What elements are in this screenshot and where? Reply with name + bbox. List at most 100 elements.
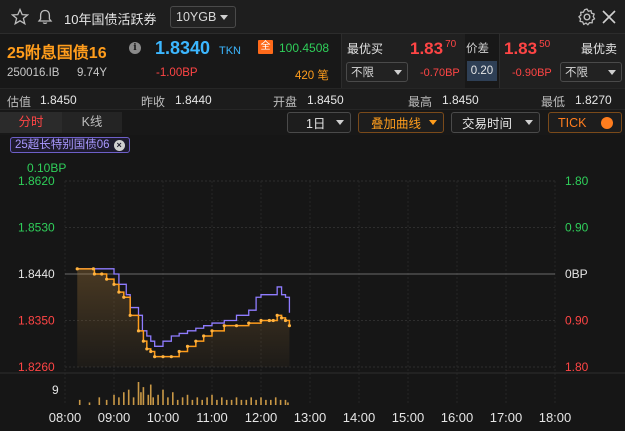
stat-value-high: 1.8450 (442, 93, 479, 107)
volume-bar (260, 397, 262, 405)
best-ask-change: -0.90BP (512, 67, 552, 79)
x-tick-label: 14:00 (343, 410, 376, 425)
y-left-tick-label: 1.8440 (18, 267, 55, 281)
overlay-curve-dropdown[interactable]: 叠加曲线 (358, 112, 444, 133)
price-source: TKN (219, 45, 241, 57)
volume-bar (206, 397, 208, 405)
gear-icon[interactable] (577, 7, 597, 27)
x-tick-label: 11:00 (196, 410, 228, 425)
volume-bar (196, 397, 199, 405)
volume-bar (181, 397, 184, 405)
volume-max-label: 9 (52, 383, 59, 397)
chevron-down-icon (429, 120, 437, 125)
series-point (91, 267, 96, 271)
x-tick-label: 16:00 (441, 410, 474, 425)
trading-time-dropdown[interactable]: 交易时间 (451, 112, 540, 133)
volume-bar (113, 394, 115, 405)
series-point (267, 318, 271, 323)
x-tick-label: 08:00 (49, 410, 82, 425)
x-tick-label: 12:00 (245, 410, 278, 425)
info-icon[interactable]: i (129, 42, 141, 54)
best-ask-panel: 1.83 50 最优卖 -0.90BP 不限 (499, 34, 625, 88)
best-ask-filter-value: 不限 (565, 67, 588, 79)
tab-kline[interactable]: K线 (62, 112, 122, 133)
stat-label-prev-close: 昨收 (141, 95, 166, 109)
volume-bar (105, 399, 108, 405)
volume-bar (137, 382, 140, 405)
y-left-tick-label: 1.8350 (18, 314, 55, 328)
series-point (141, 339, 145, 343)
volume-bar (216, 399, 218, 405)
y-right-tick-label: 0.90 (565, 314, 589, 328)
volume-bar (140, 392, 142, 405)
volume-bar (284, 399, 287, 405)
volume-bar (201, 399, 203, 405)
best-bid-price: 1.83 70 (410, 39, 456, 59)
price-change: -1.00BP (156, 67, 198, 79)
series-point (185, 344, 190, 348)
y-right-tick-label: 0.90 (565, 221, 589, 235)
series-point (149, 349, 153, 354)
series-point (287, 324, 292, 328)
trading-time-label: 交易时间 (462, 117, 513, 131)
star-icon[interactable] (11, 8, 29, 26)
series-point (100, 272, 104, 276)
volume-bar (123, 392, 125, 405)
period-dropdown[interactable]: 1日 (287, 112, 351, 133)
best-bid-filter[interactable]: 不限 (346, 62, 408, 82)
overlay-curve-label: 叠加曲线 (371, 117, 422, 131)
series-point (271, 318, 275, 323)
instrument-selector[interactable]: 10YGB (170, 6, 236, 28)
best-ask-price-main: 1.83 (504, 39, 538, 58)
x-tick-label: 09:00 (98, 410, 131, 425)
stat-value-open: 1.8450 (307, 93, 344, 107)
best-ask-filter[interactable]: 不限 (560, 62, 622, 82)
volume-bar (279, 399, 282, 405)
series-point (279, 316, 284, 320)
tab-intraday[interactable]: 分时 (0, 112, 62, 133)
stat-value-valuation: 1.8450 (40, 93, 77, 107)
x-tick-label: 15:00 (392, 410, 425, 425)
chevron-down-icon (220, 15, 228, 20)
y-left-tick-label: 1.8620 (18, 174, 55, 188)
x-tick-label: 17:00 (490, 410, 523, 425)
series-point (112, 282, 116, 286)
volume-bar (132, 397, 135, 405)
volume-bar (98, 397, 101, 405)
best-ask-price-sub: 50 (539, 39, 551, 50)
bell-icon[interactable] (36, 8, 54, 26)
best-ask-price: 1.83 50 (504, 39, 550, 59)
series-point (283, 318, 288, 323)
series-point (128, 313, 132, 317)
series-point (234, 324, 239, 328)
series-point (75, 267, 79, 271)
series-point (247, 321, 251, 325)
volume-bar (255, 399, 257, 405)
stat-label-high: 最高 (408, 95, 433, 109)
tick-toggle[interactable]: TICK (548, 112, 622, 133)
toggle-dot-icon (601, 117, 613, 129)
best-bid-price-sub: 70 (445, 39, 457, 50)
y-left-tick-label: 1.8260 (18, 360, 55, 374)
chart-toolbar: 分时 K线 1日 叠加曲线 交易时间 TICK (0, 110, 625, 135)
last-price: 1.8340 (155, 38, 211, 58)
volume-bar (142, 387, 145, 405)
best-bid-label: 最优买 (347, 42, 384, 56)
volume-bar (245, 399, 248, 405)
volume-bar (235, 397, 238, 405)
chart-area: 25超长特别国债06 × 1.8620 1.80 1.8530 0.90 1.8440 0… (0, 135, 625, 431)
series-point (136, 329, 141, 333)
spread-axis-label: 0.10BP (27, 161, 66, 175)
intraday-chart[interactable]: 1.8620 1.80 1.8530 0.90 1.8440 0BP 1.8350 0.90 1… (0, 135, 625, 431)
window-title: 10年国债活跃券 (64, 12, 157, 27)
chevron-down-icon (608, 70, 616, 75)
stat-label-valuation: 估值 (7, 95, 32, 109)
best-bid-price-main: 1.83 (410, 39, 444, 58)
volume-bar (191, 399, 194, 405)
close-icon[interactable] (600, 8, 618, 26)
volume-bar (172, 392, 174, 405)
volume-bar (250, 397, 252, 405)
series-point (161, 355, 165, 359)
spread-value: 0.20 (467, 61, 497, 81)
volume-bar (162, 389, 164, 405)
